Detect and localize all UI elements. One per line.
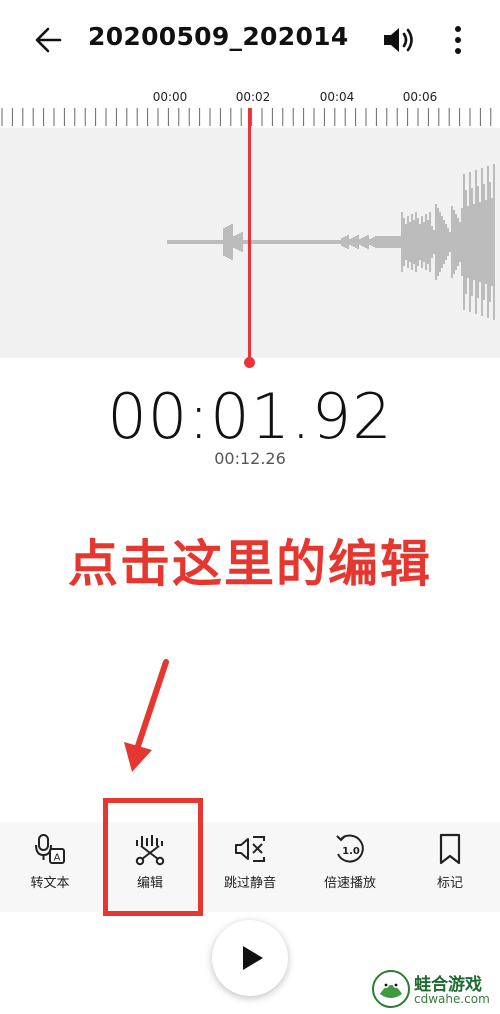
play-button[interactable] [212, 920, 288, 996]
annotation-text: 点击这里的编辑 [68, 535, 432, 593]
skip-silence-button[interactable]: 跳过静音 [205, 832, 295, 902]
current-time: 00:01.92 [107, 380, 393, 453]
more-vertical-icon[interactable] [444, 22, 472, 58]
play-icon [243, 946, 263, 970]
svg-text:A: A [54, 853, 61, 864]
speaker-icon[interactable] [380, 22, 420, 58]
speech-to-text-button[interactable]: A 转文本 [5, 832, 95, 902]
frog-logo-icon [372, 970, 410, 1008]
watermark-url: cdwahe.com [414, 992, 490, 1006]
playhead-handle[interactable] [244, 357, 255, 368]
skip-silence-icon [235, 836, 265, 862]
recording-title: 20200509_202014 [88, 22, 349, 51]
playback-speed-button[interactable]: 1.0 倍速播放 [305, 832, 395, 902]
bookmark-button[interactable]: 标记 [405, 832, 495, 902]
annotation-highlight-box [103, 798, 203, 916]
tool-label: 转文本 [30, 876, 70, 891]
total-duration: 00:12.26 [214, 449, 286, 468]
tool-label: 倍速播放 [323, 876, 376, 891]
arrow-left-icon[interactable] [30, 22, 66, 58]
speech-to-text-icon: A [35, 834, 65, 864]
svg-text:1.0: 1.0 [342, 846, 360, 857]
watermark: 蛙合游戏 cdwahe.com [372, 970, 498, 1012]
playback-speed-icon: 1.0 [336, 834, 364, 863]
tool-label: 跳过静音 [223, 876, 276, 891]
playhead-line[interactable] [248, 108, 251, 364]
app-header: 20200509_202014 [0, 0, 500, 80]
bookmark-icon [439, 833, 461, 865]
annotation-arrow [124, 659, 169, 772]
tool-label: 标记 [436, 876, 463, 891]
